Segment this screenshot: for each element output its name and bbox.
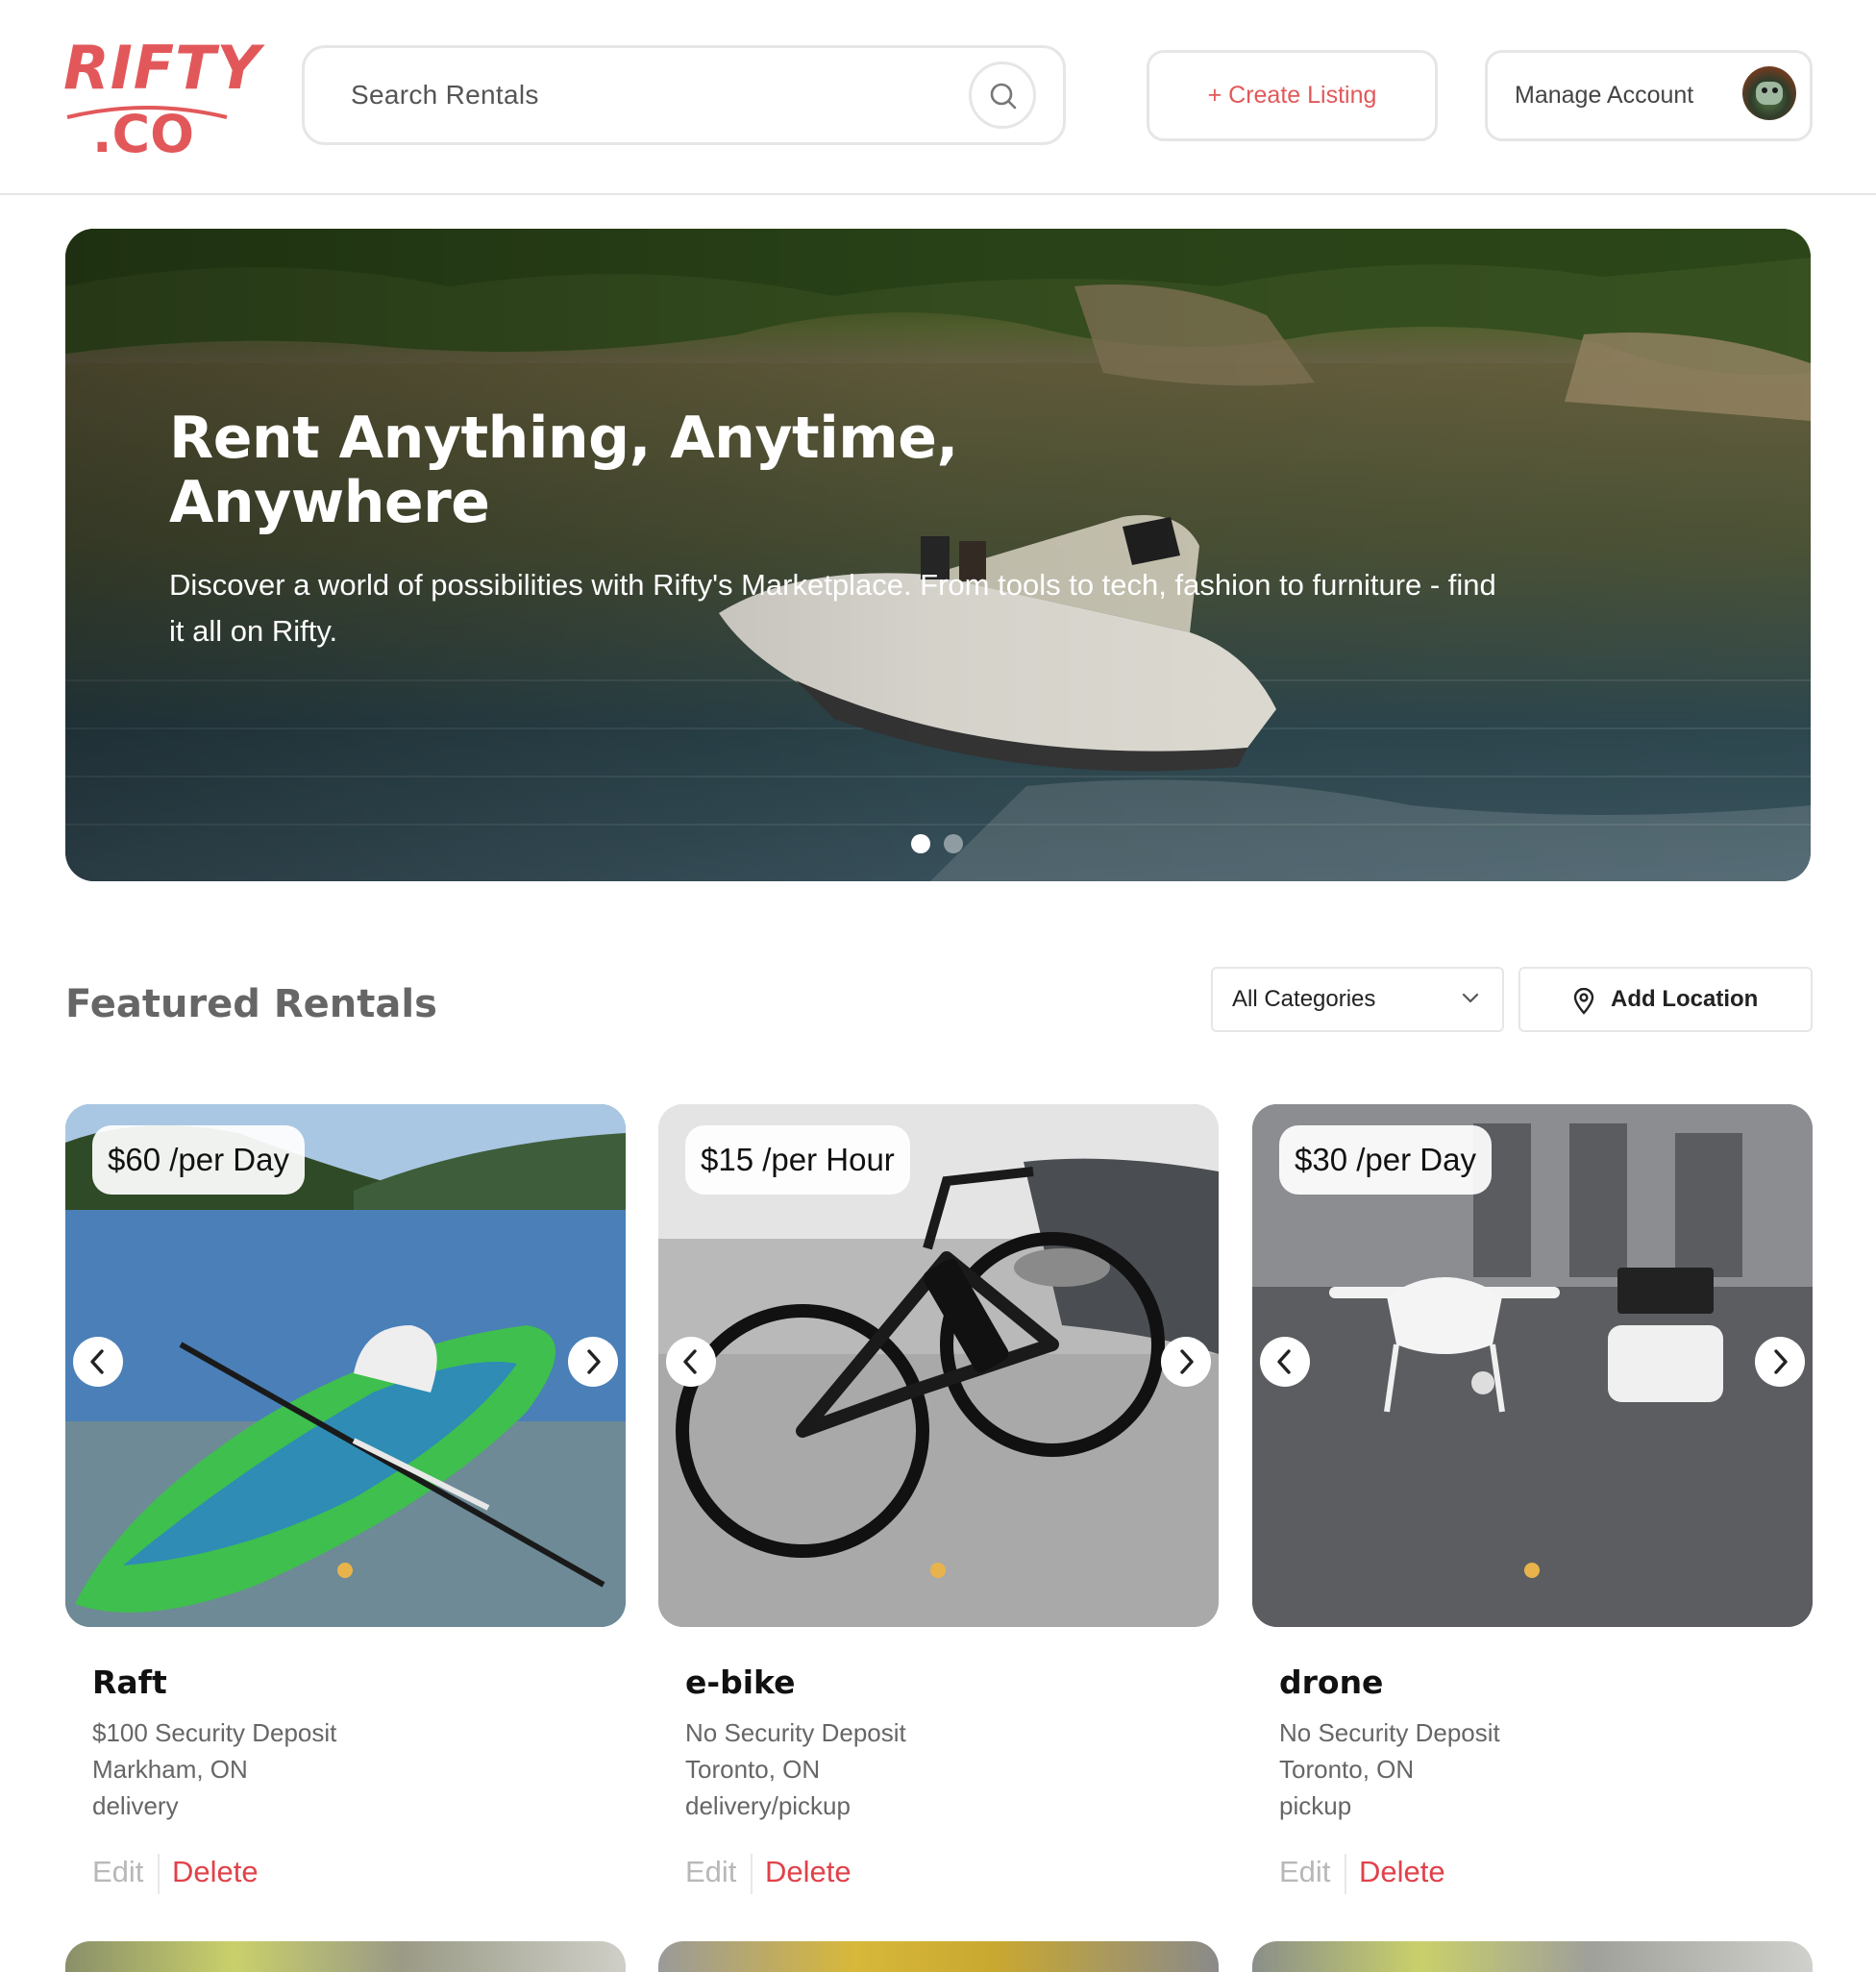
listing-image[interactable]: $60 /per Day bbox=[65, 1104, 626, 1627]
image-carousel-dot[interactable] bbox=[930, 1563, 946, 1578]
logo-suffix: .CO bbox=[92, 104, 195, 164]
delete-button[interactable]: Delete bbox=[1359, 1850, 1445, 1894]
edit-button[interactable]: Edit bbox=[685, 1850, 736, 1894]
listing-name[interactable]: drone bbox=[1279, 1664, 1383, 1701]
manage-account-button[interactable]: Manage Account bbox=[1485, 50, 1813, 141]
chevron-right-icon bbox=[1774, 1349, 1788, 1374]
price-badge: $15 /per Hour bbox=[685, 1125, 910, 1195]
listing-name[interactable]: e-bike bbox=[685, 1664, 795, 1701]
image-carousel-dot[interactable] bbox=[337, 1563, 353, 1578]
category-select[interactable]: All Categories bbox=[1211, 967, 1504, 1032]
prev-image-button[interactable] bbox=[73, 1337, 123, 1387]
add-location-button[interactable]: Add Location bbox=[1518, 967, 1813, 1032]
next-image-button[interactable] bbox=[1755, 1337, 1805, 1387]
listing-card-raft[interactable]: $60 /per Day Raft $100 Security Deposit … bbox=[65, 1104, 626, 1894]
top-header: RIFTY .CO Search Rentals + Create Listin… bbox=[0, 0, 1876, 195]
category-select-value: All Categories bbox=[1232, 986, 1376, 1012]
listing-image[interactable]: $15 /per Hour bbox=[658, 1104, 1219, 1627]
chevron-left-icon bbox=[1277, 1349, 1291, 1374]
add-location-label: Add Location bbox=[1611, 986, 1759, 1012]
carousel-dot[interactable] bbox=[944, 834, 963, 853]
hero-subtitle: Discover a world of possibilities with R… bbox=[169, 568, 1496, 648]
listing-fulfillment: pickup bbox=[1279, 1791, 1352, 1820]
divider bbox=[1345, 1854, 1346, 1894]
next-image-button[interactable] bbox=[568, 1337, 618, 1387]
divider bbox=[751, 1854, 753, 1894]
chevron-right-icon bbox=[1180, 1349, 1194, 1374]
search-button[interactable] bbox=[969, 62, 1036, 129]
image-carousel-dot[interactable] bbox=[1524, 1563, 1540, 1578]
rifty-logo[interactable]: RIFTY .CO bbox=[63, 33, 261, 164]
avatar[interactable] bbox=[1742, 66, 1796, 120]
featured-rentals-heading: Featured Rentals bbox=[65, 982, 437, 1026]
search-bar[interactable]: Search Rentals bbox=[302, 45, 1066, 145]
delete-button[interactable]: Delete bbox=[765, 1850, 852, 1894]
carousel-dot-active[interactable] bbox=[911, 834, 930, 853]
hero-banner[interactable]: Rent Anything, Anytime, Anywhere Discove… bbox=[65, 229, 1811, 881]
listing-deposit: No Security Deposit bbox=[685, 1718, 906, 1747]
divider bbox=[158, 1854, 160, 1894]
listing-location: Toronto, ON bbox=[1279, 1755, 1415, 1784]
edit-button[interactable]: Edit bbox=[1279, 1850, 1330, 1894]
listing-deposit: $100 Security Deposit bbox=[92, 1718, 337, 1747]
price-badge: $30 /per Day bbox=[1279, 1125, 1492, 1195]
edit-button[interactable]: Edit bbox=[92, 1850, 143, 1894]
hero-carousel-dots bbox=[911, 834, 969, 855]
price-badge: $60 /per Day bbox=[92, 1125, 305, 1195]
create-listing-button[interactable]: + Create Listing bbox=[1147, 50, 1438, 141]
location-pin-icon bbox=[1573, 988, 1594, 1015]
prev-image-button[interactable] bbox=[1260, 1337, 1310, 1387]
listing-card-peek[interactable] bbox=[1252, 1941, 1813, 1972]
listing-fulfillment: delivery/pickup bbox=[685, 1791, 851, 1820]
listing-deposit: No Security Deposit bbox=[1279, 1718, 1500, 1747]
search-input[interactable]: Search Rentals bbox=[351, 48, 539, 142]
logo-wordmark: RIFTY bbox=[63, 33, 261, 103]
prev-image-button[interactable] bbox=[666, 1337, 716, 1387]
listing-location: Toronto, ON bbox=[685, 1755, 821, 1784]
chevron-right-icon bbox=[587, 1349, 601, 1374]
chevron-left-icon bbox=[683, 1349, 697, 1374]
listing-image[interactable]: $30 /per Day bbox=[1252, 1104, 1813, 1627]
listing-card-e-bike[interactable]: $15 /per Hour e-bike No Security Deposit… bbox=[658, 1104, 1219, 1894]
next-image-button[interactable] bbox=[1161, 1337, 1211, 1387]
listing-card-drone[interactable]: $30 /per Day drone No Security Deposit T… bbox=[1252, 1104, 1813, 1894]
listing-card-peek[interactable] bbox=[65, 1941, 626, 1972]
listing-fulfillment: delivery bbox=[92, 1791, 179, 1820]
delete-button[interactable]: Delete bbox=[172, 1850, 259, 1894]
listing-name[interactable]: Raft bbox=[92, 1664, 167, 1701]
listing-card-peek[interactable] bbox=[658, 1941, 1219, 1972]
hero-title: Rent Anything, Anytime, Anywhere bbox=[169, 405, 958, 536]
listing-location: Markham, ON bbox=[92, 1755, 248, 1784]
chevron-down-icon bbox=[1462, 993, 1479, 1003]
chevron-left-icon bbox=[90, 1349, 104, 1374]
search-icon bbox=[990, 83, 1017, 110]
manage-account-label: Manage Account bbox=[1515, 82, 1694, 109]
